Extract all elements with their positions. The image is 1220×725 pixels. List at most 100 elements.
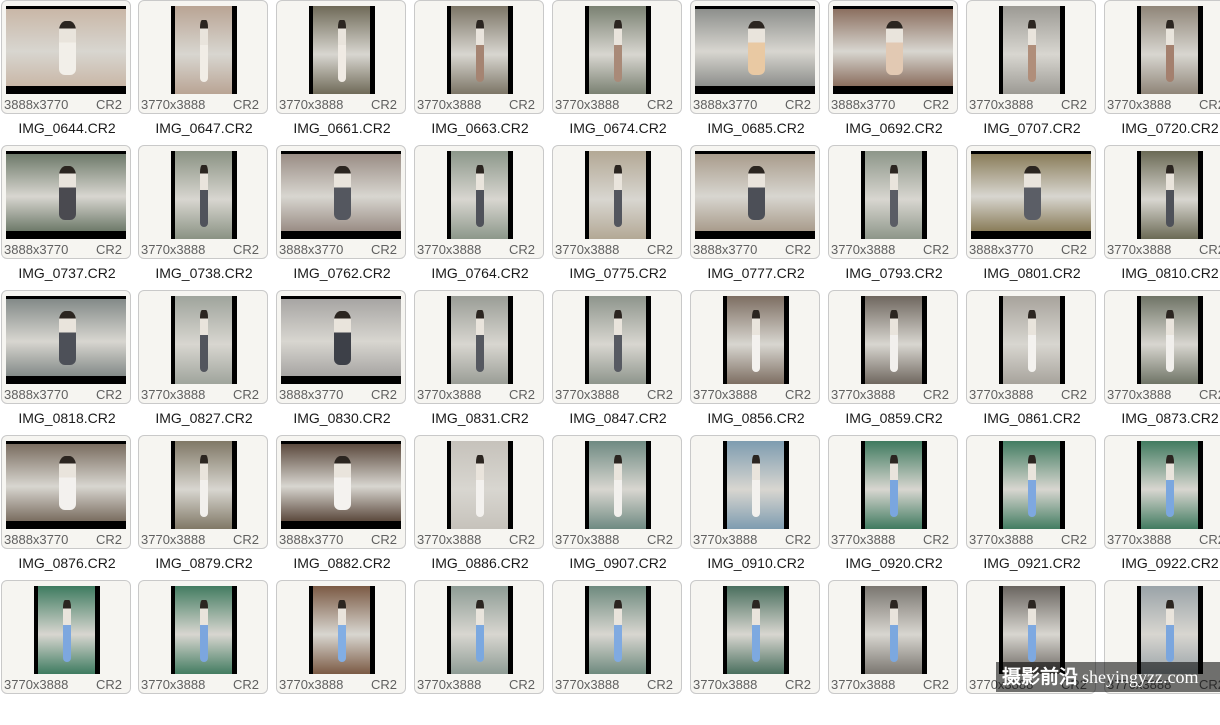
file-name[interactable]: IMG_0818.CR2 xyxy=(4,410,130,426)
thumbnail-card[interactable]: 3770x3888 CR2 xyxy=(828,290,958,404)
file-item[interactable]: 3770x3888 CR2 IMG_0907.CR2 xyxy=(552,435,693,580)
thumbnail-card[interactable]: 3888x3770 CR2 xyxy=(1,435,131,549)
file-item[interactable]: 3770x3888 CR2 IMG_0920.CR2 xyxy=(828,435,969,580)
file-item[interactable]: 3770x3888 CR2 IMG_0856.CR2 xyxy=(690,290,831,435)
thumbnail-card[interactable]: 3888x3770 CR2 xyxy=(276,145,406,259)
thumbnail-card[interactable]: 3770x3888 CR2 xyxy=(966,0,1096,114)
file-name[interactable]: IMG_0910.CR2 xyxy=(693,555,819,571)
thumbnail-card[interactable]: 3770x3888 CR2 xyxy=(276,580,406,694)
thumbnail-card[interactable]: 3770x3888 CR2 xyxy=(1104,435,1220,549)
file-name[interactable]: IMG_0793.CR2 xyxy=(831,265,957,281)
file-name[interactable]: IMG_0692.CR2 xyxy=(831,120,957,136)
file-item[interactable]: 3770x3888 CR2 IMG_0886.CR2 xyxy=(414,435,555,580)
thumbnail-card[interactable]: 3770x3888 CR2 xyxy=(138,580,268,694)
file-name[interactable]: IMG_0647.CR2 xyxy=(141,120,267,136)
thumbnail-card[interactable]: 3770x3888 CR2 xyxy=(828,580,958,694)
file-name[interactable]: IMG_0920.CR2 xyxy=(831,555,957,571)
thumbnail-card[interactable]: 3770x3888 CR2 xyxy=(690,580,820,694)
file-name[interactable]: IMG_0720.CR2 xyxy=(1107,120,1220,136)
thumbnail-card[interactable]: 3770x3888 CR2 xyxy=(1,580,131,694)
file-item[interactable]: 3888x3770 CR2 IMG_0777.CR2 xyxy=(690,145,831,290)
file-item[interactable]: 3888x3770 CR2 IMG_0882.CR2 xyxy=(276,435,417,580)
thumbnail-card[interactable]: 3888x3770 CR2 xyxy=(966,145,1096,259)
thumbnail-card[interactable]: 3888x3770 CR2 xyxy=(1,0,131,114)
file-name[interactable]: IMG_0775.CR2 xyxy=(555,265,681,281)
file-item[interactable]: 3888x3770 CR2 IMG_0876.CR2 xyxy=(1,435,142,580)
file-item[interactable]: 3770x3888 CR2 IMG_0674.CR2 xyxy=(552,0,693,145)
file-item[interactable]: 3770x3888 CR2 IMG_0861.CR2 xyxy=(966,290,1107,435)
thumbnail-card[interactable]: 3888x3770 CR2 xyxy=(690,0,820,114)
file-name[interactable]: IMG_0876.CR2 xyxy=(4,555,130,571)
thumbnail-card[interactable]: 3770x3888 CR2 xyxy=(690,435,820,549)
file-item[interactable]: 3770x3888 CR2 IMG_0663.CR2 xyxy=(414,0,555,145)
file-item[interactable]: 3770x3888 CR2 IMG_0707.CR2 xyxy=(966,0,1107,145)
file-item[interactable]: 3770x3888 CR2 IMG_0831.CR2 xyxy=(414,290,555,435)
file-item[interactable]: 3770x3888 CR2 IMG_0775.CR2 xyxy=(552,145,693,290)
file-name[interactable]: IMG_0873.CR2 xyxy=(1107,410,1220,426)
file-item[interactable]: 3770x3888 CR2 IMG_0661.CR2 xyxy=(276,0,417,145)
thumbnail-card[interactable]: 3770x3888 CR2 xyxy=(552,290,682,404)
file-name[interactable]: IMG_0663.CR2 xyxy=(417,120,543,136)
thumbnail-card[interactable]: 3888x3770 CR2 xyxy=(276,290,406,404)
thumbnail-card[interactable]: 3888x3770 CR2 xyxy=(690,145,820,259)
file-item[interactable]: 3770x3888CR2 xyxy=(690,580,831,725)
file-item[interactable]: 3888x3770 CR2 IMG_0818.CR2 xyxy=(1,290,142,435)
thumbnail-card[interactable]: 3888x3770 CR2 xyxy=(1,290,131,404)
file-name[interactable]: IMG_0879.CR2 xyxy=(141,555,267,571)
file-item[interactable]: 3888x3770 CR2 IMG_0692.CR2 xyxy=(828,0,969,145)
thumbnail-card[interactable]: 3888x3770 CR2 xyxy=(1,145,131,259)
file-item[interactable]: 3770x3888 CR2 IMG_0910.CR2 xyxy=(690,435,831,580)
file-item[interactable]: 3770x3888CR2 xyxy=(1104,580,1220,725)
thumbnail-card[interactable]: 3770x3888 CR2 xyxy=(138,0,268,114)
file-item[interactable]: 3770x3888 CR2 IMG_0647.CR2 xyxy=(138,0,279,145)
file-name[interactable]: IMG_0861.CR2 xyxy=(969,410,1095,426)
file-item[interactable]: 3770x3888CR2 xyxy=(414,580,555,725)
thumbnail-card[interactable]: 3770x3888 CR2 xyxy=(1104,0,1220,114)
thumbnail-card[interactable]: 3770x3888 CR2 xyxy=(138,290,268,404)
file-name[interactable]: IMG_0922.CR2 xyxy=(1107,555,1220,571)
file-item[interactable]: 3770x3888CR2 xyxy=(276,580,417,725)
file-item[interactable]: 3888x3770 CR2 IMG_0830.CR2 xyxy=(276,290,417,435)
file-name[interactable]: IMG_0856.CR2 xyxy=(693,410,819,426)
file-name[interactable]: IMG_0737.CR2 xyxy=(4,265,130,281)
file-item[interactable]: 3888x3770 CR2 IMG_0644.CR2 xyxy=(1,0,142,145)
file-name[interactable]: IMG_0685.CR2 xyxy=(693,120,819,136)
file-item[interactable]: 3770x3888 CR2 IMG_0847.CR2 xyxy=(552,290,693,435)
file-item[interactable]: 3770x3888 CR2 IMG_0764.CR2 xyxy=(414,145,555,290)
thumbnail-card[interactable]: 3770x3888 CR2 xyxy=(966,435,1096,549)
file-name[interactable]: IMG_0764.CR2 xyxy=(417,265,543,281)
file-name[interactable]: IMG_0827.CR2 xyxy=(141,410,267,426)
file-name[interactable]: IMG_0907.CR2 xyxy=(555,555,681,571)
file-item[interactable]: 3770x3888 CR2 IMG_0879.CR2 xyxy=(138,435,279,580)
file-name[interactable]: IMG_0810.CR2 xyxy=(1107,265,1220,281)
file-name[interactable]: IMG_0882.CR2 xyxy=(279,555,405,571)
file-item[interactable]: 3770x3888 CR2 IMG_0859.CR2 xyxy=(828,290,969,435)
thumbnail-card[interactable]: 3770x3888 CR2 xyxy=(414,580,544,694)
file-name[interactable]: IMG_0644.CR2 xyxy=(4,120,130,136)
file-item[interactable]: 3770x3888 CR2 IMG_0720.CR2 xyxy=(1104,0,1220,145)
file-item[interactable]: 3888x3770 CR2 IMG_0737.CR2 xyxy=(1,145,142,290)
file-item[interactable]: 3770x3888 CR2 IMG_0873.CR2 xyxy=(1104,290,1220,435)
thumbnail-card[interactable]: 3770x3888 CR2 xyxy=(414,0,544,114)
file-item[interactable]: 3770x3888 CR2 IMG_0827.CR2 xyxy=(138,290,279,435)
thumbnail-card[interactable]: 3888x3770 CR2 xyxy=(276,435,406,549)
file-item[interactable]: 3770x3888CR2 xyxy=(828,580,969,725)
file-name[interactable]: IMG_0762.CR2 xyxy=(279,265,405,281)
file-name[interactable]: IMG_0847.CR2 xyxy=(555,410,681,426)
file-name[interactable]: IMG_0674.CR2 xyxy=(555,120,681,136)
thumbnail-card[interactable]: 3770x3888 CR2 xyxy=(414,435,544,549)
thumbnail-card[interactable]: 3888x3770 CR2 xyxy=(828,0,958,114)
thumbnail-card[interactable]: 3770x3888 CR2 xyxy=(414,145,544,259)
thumbnail-card[interactable]: 3770x3888 CR2 xyxy=(138,435,268,549)
file-name[interactable]: IMG_0859.CR2 xyxy=(831,410,957,426)
file-item[interactable]: 3888x3770 CR2 IMG_0762.CR2 xyxy=(276,145,417,290)
file-item[interactable]: 3770x3888CR2 xyxy=(552,580,693,725)
file-name[interactable]: IMG_0801.CR2 xyxy=(969,265,1095,281)
file-item[interactable]: 3770x3888 CR2 IMG_0921.CR2 xyxy=(966,435,1107,580)
file-item[interactable]: 3770x3888CR2 xyxy=(1,580,142,725)
thumbnail-card[interactable]: 3770x3888 CR2 xyxy=(1104,290,1220,404)
thumbnail-card[interactable]: 3770x3888 CR2 xyxy=(828,145,958,259)
file-name[interactable]: IMG_0921.CR2 xyxy=(969,555,1095,571)
file-item[interactable]: 3888x3770 CR2 IMG_0685.CR2 xyxy=(690,0,831,145)
thumbnail-card[interactable]: 3770x3888 CR2 xyxy=(552,435,682,549)
